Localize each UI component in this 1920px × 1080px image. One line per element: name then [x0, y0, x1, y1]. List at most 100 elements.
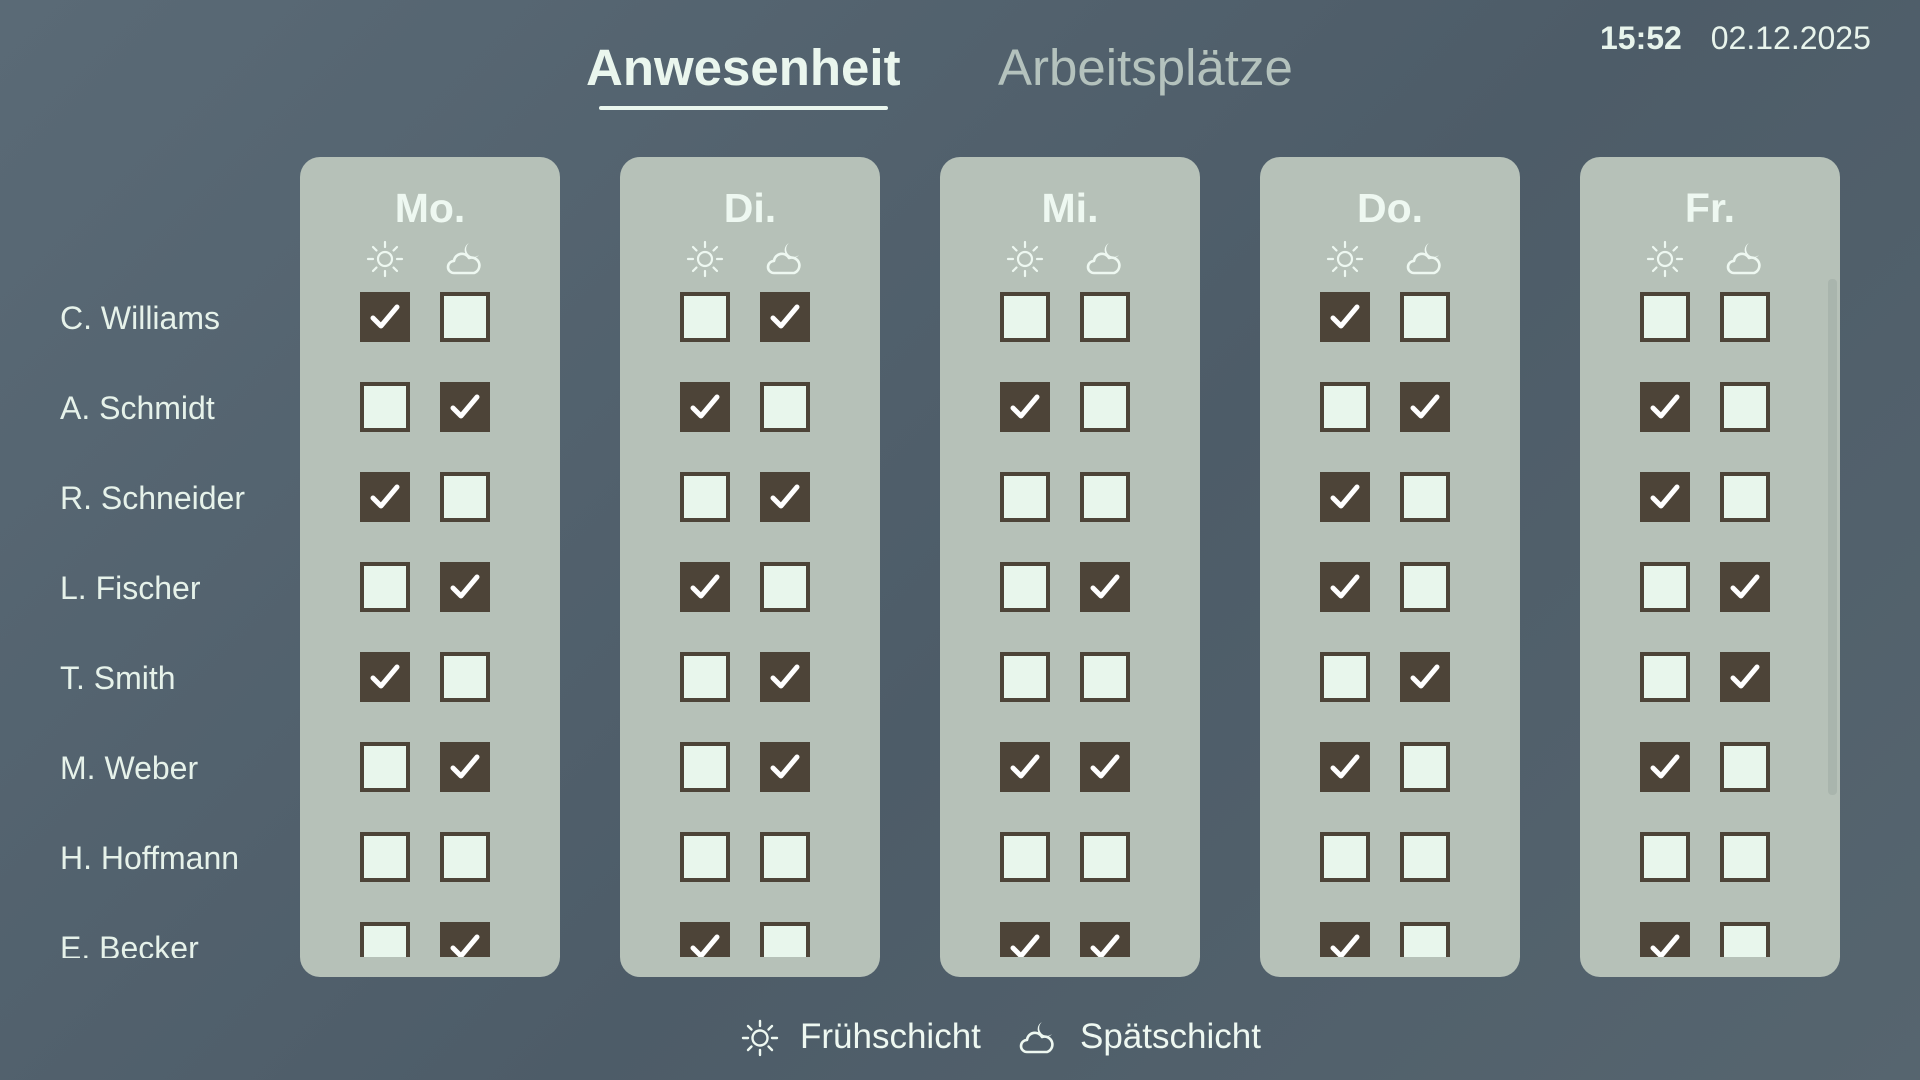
- late-shift-checkbox[interactable]: [1720, 472, 1770, 522]
- clock-time: 15:52: [1600, 20, 1682, 56]
- early-shift-checkbox[interactable]: [360, 832, 410, 882]
- checkmark-icon: [450, 754, 480, 779]
- attendance-grid: [940, 157, 1200, 957]
- late-shift-checkbox[interactable]: [440, 472, 490, 522]
- checkmark-icon: [1330, 574, 1360, 599]
- early-shift-checkbox[interactable]: [680, 472, 730, 522]
- early-shift-checkbox[interactable]: [680, 832, 730, 882]
- early-shift-checkbox[interactable]: [360, 652, 410, 702]
- early-shift-checkbox[interactable]: [1000, 292, 1050, 342]
- late-shift-checkbox[interactable]: [440, 562, 490, 612]
- early-shift-checkbox[interactable]: [1000, 382, 1050, 432]
- early-shift-checkbox[interactable]: [360, 742, 410, 792]
- late-shift-checkbox[interactable]: [1400, 922, 1450, 957]
- early-shift-checkbox[interactable]: [680, 292, 730, 342]
- late-shift-checkbox[interactable]: [1720, 742, 1770, 792]
- late-shift-checkbox[interactable]: [1080, 832, 1130, 882]
- early-shift-checkbox[interactable]: [1640, 472, 1690, 522]
- employee-name: M. Weber: [60, 750, 199, 786]
- early-shift-checkbox[interactable]: [1320, 382, 1370, 432]
- early-shift-checkbox[interactable]: [680, 382, 730, 432]
- late-shift-checkbox[interactable]: [1400, 652, 1450, 702]
- early-shift-checkbox[interactable]: [1320, 742, 1370, 792]
- late-shift-checkbox[interactable]: [440, 922, 490, 957]
- early-shift-checkbox[interactable]: [680, 562, 730, 612]
- late-shift-checkbox[interactable]: [1400, 832, 1450, 882]
- early-shift-checkbox[interactable]: [1000, 922, 1050, 957]
- early-shift-checkbox[interactable]: [1000, 652, 1050, 702]
- legend-early-label: Frühschicht: [800, 1017, 981, 1056]
- early-shift-checkbox[interactable]: [360, 292, 410, 342]
- early-shift-checkbox[interactable]: [1640, 652, 1690, 702]
- early-shift-checkbox[interactable]: [1320, 562, 1370, 612]
- late-shift-checkbox[interactable]: [760, 922, 810, 957]
- early-shift-checkbox[interactable]: [1640, 292, 1690, 342]
- checkmark-icon: [450, 574, 480, 599]
- tab-workplaces[interactable]: Arbeitsplätze: [998, 36, 1293, 100]
- early-shift-checkbox[interactable]: [360, 382, 410, 432]
- moon-cloud-icon: [1019, 1022, 1054, 1054]
- early-shift-checkbox[interactable]: [1640, 562, 1690, 612]
- early-shift-checkbox[interactable]: [360, 472, 410, 522]
- late-shift-checkbox[interactable]: [440, 652, 490, 702]
- checkmark-icon: [690, 934, 720, 957]
- checkmark-icon: [770, 664, 800, 689]
- early-shift-checkbox[interactable]: [1320, 652, 1370, 702]
- scrollbar[interactable]: [1828, 279, 1837, 795]
- late-shift-checkbox[interactable]: [760, 562, 810, 612]
- early-shift-checkbox[interactable]: [1000, 832, 1050, 882]
- checkmark-icon: [770, 484, 800, 509]
- late-shift-checkbox[interactable]: [1720, 832, 1770, 882]
- late-shift-checkbox[interactable]: [760, 292, 810, 342]
- early-shift-checkbox[interactable]: [1000, 742, 1050, 792]
- early-shift-checkbox[interactable]: [680, 742, 730, 792]
- late-shift-checkbox[interactable]: [1080, 922, 1130, 957]
- late-shift-checkbox[interactable]: [440, 382, 490, 432]
- late-shift-checkbox[interactable]: [1080, 742, 1130, 792]
- early-shift-checkbox[interactable]: [360, 562, 410, 612]
- late-shift-checkbox[interactable]: [1080, 562, 1130, 612]
- late-shift-checkbox[interactable]: [1400, 292, 1450, 342]
- late-shift-checkbox[interactable]: [1080, 472, 1130, 522]
- early-shift-checkbox[interactable]: [680, 922, 730, 957]
- early-shift-checkbox[interactable]: [1320, 832, 1370, 882]
- late-shift-checkbox[interactable]: [440, 292, 490, 342]
- early-shift-checkbox[interactable]: [1000, 562, 1050, 612]
- checkmark-icon: [450, 394, 480, 419]
- late-shift-checkbox[interactable]: [760, 382, 810, 432]
- early-shift-checkbox[interactable]: [1320, 472, 1370, 522]
- late-shift-checkbox[interactable]: [1720, 562, 1770, 612]
- late-shift-checkbox[interactable]: [440, 832, 490, 882]
- early-shift-checkbox[interactable]: [1640, 742, 1690, 792]
- checkmark-icon: [770, 754, 800, 779]
- late-shift-checkbox[interactable]: [760, 472, 810, 522]
- early-shift-checkbox[interactable]: [1640, 382, 1690, 432]
- late-shift-checkbox[interactable]: [1720, 382, 1770, 432]
- late-shift-checkbox[interactable]: [1720, 922, 1770, 957]
- late-shift-checkbox[interactable]: [760, 652, 810, 702]
- early-shift-checkbox[interactable]: [1640, 832, 1690, 882]
- early-shift-checkbox[interactable]: [1320, 292, 1370, 342]
- early-shift-checkbox[interactable]: [1000, 472, 1050, 522]
- late-shift-checkbox[interactable]: [1080, 292, 1130, 342]
- late-shift-checkbox[interactable]: [1400, 382, 1450, 432]
- early-shift-checkbox[interactable]: [360, 922, 410, 957]
- late-shift-checkbox[interactable]: [1720, 292, 1770, 342]
- late-shift-checkbox[interactable]: [760, 742, 810, 792]
- late-shift-checkbox[interactable]: [1400, 742, 1450, 792]
- attendance-grid: [1260, 157, 1520, 957]
- checkmark-icon: [1090, 934, 1120, 957]
- early-shift-checkbox[interactable]: [680, 652, 730, 702]
- late-shift-checkbox[interactable]: [1080, 652, 1130, 702]
- early-shift-checkbox[interactable]: [1320, 922, 1370, 957]
- sun-icon: [741, 1019, 779, 1057]
- checkmark-icon: [1330, 934, 1360, 957]
- tab-attendance[interactable]: Anwesenheit: [586, 36, 901, 110]
- late-shift-checkbox[interactable]: [1400, 472, 1450, 522]
- late-shift-checkbox[interactable]: [1720, 652, 1770, 702]
- late-shift-checkbox[interactable]: [1400, 562, 1450, 612]
- early-shift-checkbox[interactable]: [1640, 922, 1690, 957]
- late-shift-checkbox[interactable]: [760, 832, 810, 882]
- late-shift-checkbox[interactable]: [1080, 382, 1130, 432]
- late-shift-checkbox[interactable]: [440, 742, 490, 792]
